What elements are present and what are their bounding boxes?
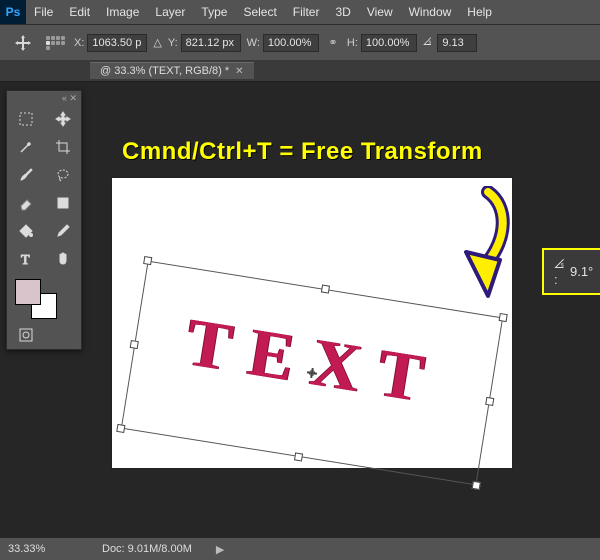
opt-h: H:: [347, 34, 417, 52]
angle-icon: ⦞: [423, 36, 431, 49]
magic-wand-tool-icon[interactable]: [7, 133, 44, 161]
menu-edit[interactable]: Edit: [61, 5, 98, 19]
status-bar: 33.33% Doc: 9.01M/8.00M ▶: [0, 538, 600, 560]
menu-file[interactable]: File: [26, 5, 61, 19]
transform-handle-mr[interactable]: [485, 397, 494, 406]
opt-angle-field[interactable]: [437, 34, 477, 52]
menu-help[interactable]: Help: [459, 5, 500, 19]
document-canvas[interactable]: TEXT: [112, 178, 512, 468]
menu-view[interactable]: View: [359, 5, 401, 19]
transform-center-point[interactable]: [306, 367, 317, 378]
opt-w-label: W:: [247, 37, 260, 49]
opt-y-label: Y:: [168, 37, 178, 49]
opt-h-field[interactable]: [361, 34, 417, 52]
tools-panel-header[interactable]: « ✕: [7, 91, 81, 105]
angle-glyph-icon: ⦞ :: [554, 256, 564, 287]
tools-panel[interactable]: « ✕ T: [6, 90, 82, 350]
menu-window[interactable]: Window: [401, 5, 460, 19]
delta-icon[interactable]: △: [153, 36, 161, 49]
menu-type[interactable]: Type: [193, 5, 235, 19]
app-logo: Ps: [0, 0, 26, 24]
svg-text:T: T: [21, 253, 30, 267]
aspect-link-icon[interactable]: ⚭: [325, 36, 341, 49]
workspace: Cmnd/Ctrl+T = Free Transform TEXT: [0, 82, 600, 538]
annotation-text: Cmnd/Ctrl+T = Free Transform: [122, 138, 483, 166]
screen-mode-icon[interactable]: [44, 321, 81, 349]
shape-tool-icon[interactable]: [44, 189, 81, 217]
reference-point-grid[interactable]: [42, 32, 68, 54]
status-menu-arrow-icon[interactable]: ▶: [216, 543, 224, 556]
canvas-area: Cmnd/Ctrl+T = Free Transform TEXT: [92, 88, 590, 532]
document-tab[interactable]: @ 33.3% (TEXT, RGB/8) * ✕: [90, 62, 254, 79]
quick-mask-icon[interactable]: [7, 321, 44, 349]
opt-x-field[interactable]: [87, 34, 147, 52]
transform-handle-br[interactable]: [472, 481, 481, 490]
transform-handle-tr[interactable]: [499, 313, 508, 322]
transform-handle-tl[interactable]: [143, 256, 152, 265]
angle-readout-badge: ⦞ : 9.1°: [542, 248, 600, 295]
close-panel-icon[interactable]: ✕: [69, 93, 77, 104]
angle-readout-value: 9.1°: [570, 264, 593, 279]
eraser-tool-icon[interactable]: [7, 189, 44, 217]
opt-x: X:: [74, 34, 147, 52]
foreground-color-swatch[interactable]: [15, 279, 41, 305]
paint-bucket-tool-icon[interactable]: [7, 217, 44, 245]
options-bar: X: △ Y: W: ⚭ H: ⦞: [0, 24, 600, 60]
transform-handle-bm[interactable]: [294, 452, 303, 461]
opt-h-label: H:: [347, 37, 358, 49]
photoshop-app: Ps File Edit Image Layer Type Select Fil…: [0, 0, 600, 560]
transform-handle-ml[interactable]: [130, 340, 139, 349]
annotation-arrow-icon: [442, 186, 512, 306]
menu-bar: Ps File Edit Image Layer Type Select Fil…: [0, 0, 600, 24]
menu-3d[interactable]: 3D: [327, 5, 358, 19]
document-tabs: @ 33.3% (TEXT, RGB/8) * ✕: [0, 60, 600, 82]
eyedropper-tool-icon[interactable]: [44, 217, 81, 245]
color-swatches[interactable]: [7, 273, 81, 321]
opt-x-label: X:: [74, 37, 84, 49]
marquee-tool-icon[interactable]: [7, 105, 44, 133]
move-tool-icon[interactable]: [44, 105, 81, 133]
menu-filter[interactable]: Filter: [285, 5, 328, 19]
opt-w: W:: [247, 34, 319, 52]
opt-y-field[interactable]: [181, 34, 241, 52]
menu-layer[interactable]: Layer: [147, 5, 193, 19]
status-doc-size[interactable]: Doc: 9.01M/8.00M: [102, 543, 192, 555]
transform-handle-bl[interactable]: [116, 424, 125, 433]
transform-handle-tm[interactable]: [321, 284, 330, 293]
collapse-icon[interactable]: «: [62, 93, 67, 103]
brush-tool-icon[interactable]: [7, 161, 44, 189]
close-tab-icon[interactable]: ✕: [235, 66, 243, 77]
move-tool-icon[interactable]: [10, 32, 36, 54]
lasso-tool-icon[interactable]: [44, 161, 81, 189]
type-tool-icon[interactable]: T: [7, 245, 44, 273]
mask-mode-row: [7, 321, 81, 349]
status-zoom[interactable]: 33.33%: [8, 543, 78, 555]
hand-tool-icon[interactable]: [44, 245, 81, 273]
opt-y: Y:: [168, 34, 241, 52]
crop-tool-icon[interactable]: [44, 133, 81, 161]
opt-w-field[interactable]: [263, 34, 319, 52]
document-tab-title: @ 33.3% (TEXT, RGB/8) *: [100, 65, 229, 77]
menu-select[interactable]: Select: [235, 5, 284, 19]
menu-image[interactable]: Image: [98, 5, 147, 19]
tools-grid: T: [7, 105, 81, 273]
